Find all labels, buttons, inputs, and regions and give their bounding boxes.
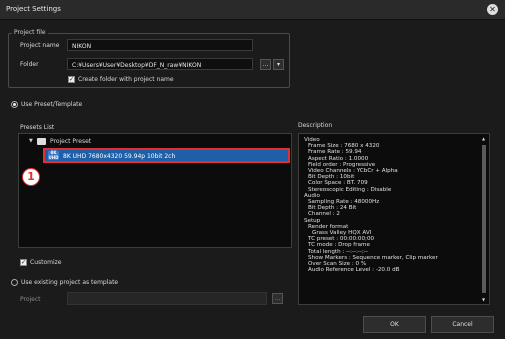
folder-browse-button[interactable]: ... [260,59,271,70]
preset-item-icon: 8K UHD [48,150,59,160]
existing-project-input[interactable] [67,292,267,305]
tree-folder-label[interactable]: Project Preset [50,138,91,145]
tree-expand-icon[interactable]: ▼ [29,138,33,144]
use-existing-label: Use existing project as template [21,279,119,286]
project-name-input[interactable]: NIKON [67,39,253,51]
presets-list: ▼ Project Preset 8K UHD 8K UHD 7680x4320 … [18,133,292,248]
folder-dropdown-button[interactable]: ▾ [273,59,284,70]
customize-checkbox[interactable] [20,259,27,266]
create-folder-label: Create folder with project name [78,76,174,83]
annotation-number: 1 [27,170,35,183]
project-file-group-label: Project file [12,29,48,36]
description-panel: Video Frame Size : 7680 x 4320 Frame Rate … [298,133,490,305]
scrollbar-thumb[interactable] [482,145,486,293]
use-preset-label: Use Preset/Template [21,101,83,108]
customize-label: Customize [30,259,62,266]
folder-input[interactable]: C:¥Users¥User¥Desktop¥DF_N_raw¥NIKON [67,58,253,70]
description-line: Audio Reference Level : -20.0 dB [308,267,400,274]
scroll-down-icon[interactable]: ▼ [482,297,485,302]
ok-button[interactable]: OK [363,316,426,333]
title-bar: Project Settings ✕ [0,0,505,20]
description-label: Description [298,122,333,129]
folder-icon [37,138,46,145]
close-icon[interactable]: ✕ [487,4,498,15]
chevron-down-icon: ▾ [276,61,280,68]
use-preset-radio[interactable] [11,101,18,108]
existing-project-label: Project [20,296,41,303]
scroll-up-icon[interactable]: ▲ [482,136,485,141]
presets-list-label: Presets List [20,124,55,131]
selected-preset-item[interactable]: 8K UHD 8K UHD 7680x4320 59.94p 10bit 2ch [43,148,290,163]
use-existing-radio[interactable] [11,279,18,286]
cancel-button[interactable]: Cancel [431,316,494,333]
window-title: Project Settings [6,5,61,13]
project-name-label: Project name [20,42,60,49]
preset-item-label: 8K UHD 7680x4320 59.94p 10bit 2ch [63,153,176,160]
folder-label: Folder [20,61,39,68]
existing-browse-button[interactable]: ... [272,293,283,304]
description-scrollbar[interactable]: ▲ ▼ [481,136,487,302]
annotation-callout-1: 1 [22,168,40,186]
create-folder-checkbox[interactable] [68,76,75,83]
description-text: Video Frame Size : 7680 x 4320 Frame Rate … [304,137,474,273]
